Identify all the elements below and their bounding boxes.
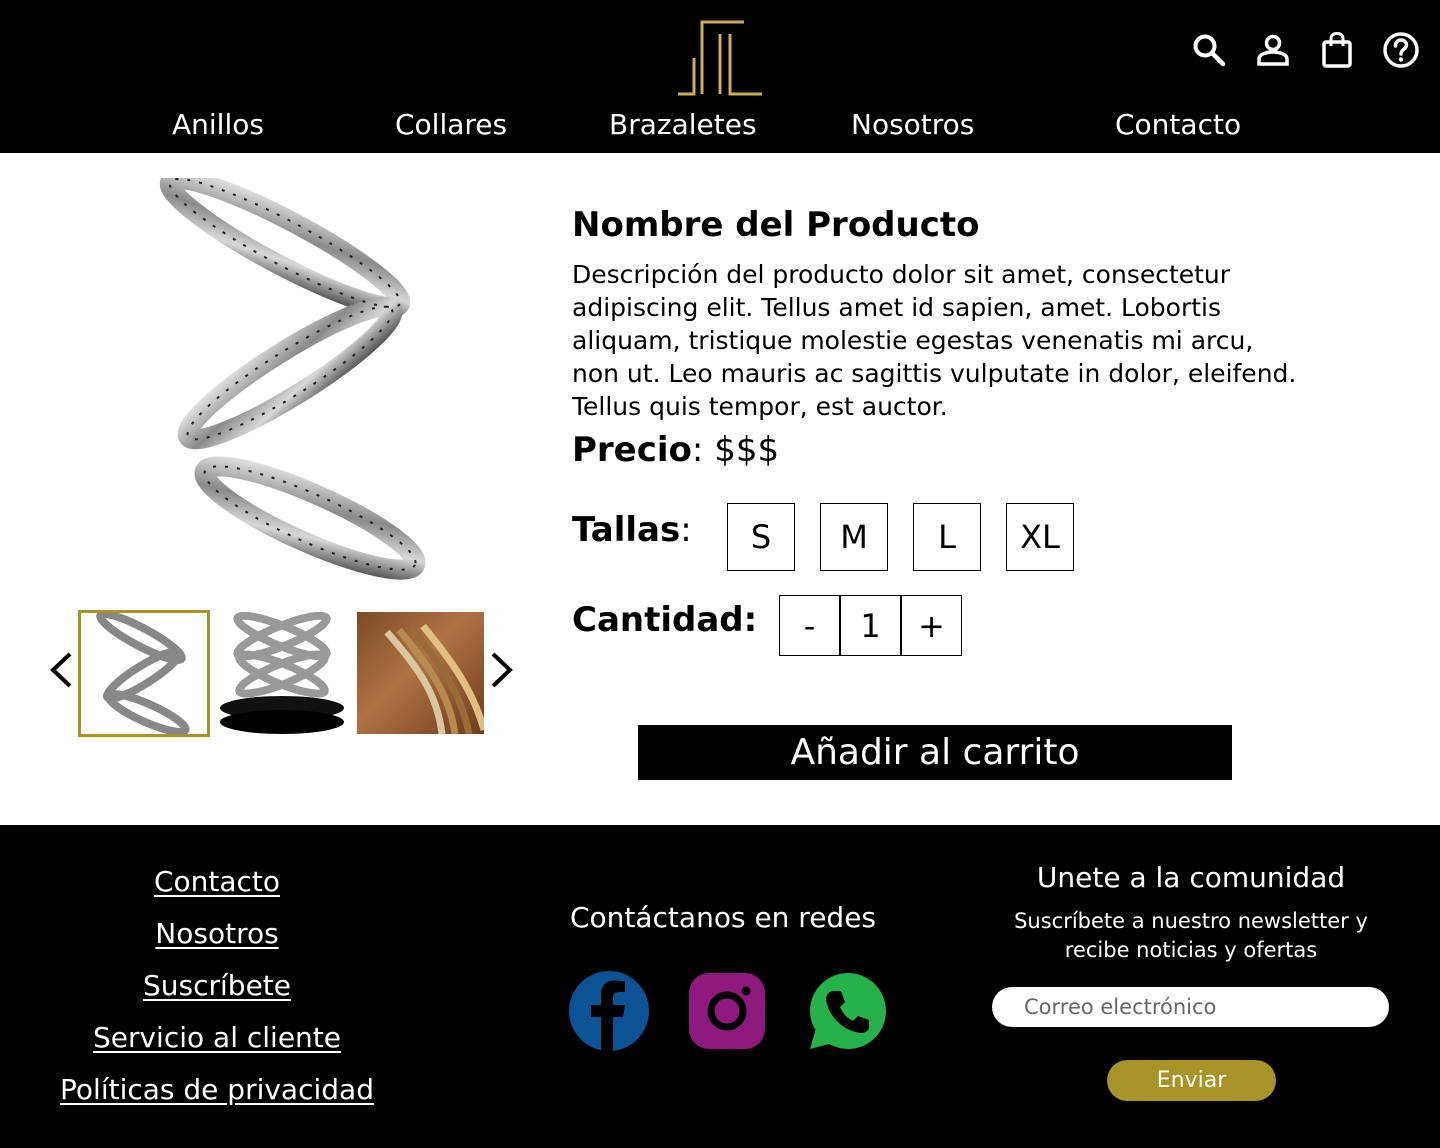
- footer-link-nosotros[interactable]: Nosotros: [155, 917, 278, 950]
- size-option-m[interactable]: M: [820, 503, 888, 571]
- search-icon[interactable]: [1190, 30, 1228, 70]
- size-option-l[interactable]: L: [913, 503, 981, 571]
- instagram-icon[interactable]: [687, 971, 767, 1051]
- site-header: Anillos Collares Brazaletes Nosotros Con…: [0, 0, 1440, 153]
- quantity-value[interactable]: 1: [840, 595, 901, 656]
- newsletter-submit-button[interactable]: Enviar: [1107, 1060, 1276, 1101]
- shopping-bag-icon[interactable]: [1318, 30, 1356, 70]
- nav-nosotros[interactable]: Nosotros: [851, 108, 974, 141]
- nav-anillos[interactable]: Anillos: [172, 108, 264, 141]
- quantity-decrease-button[interactable]: -: [779, 595, 840, 656]
- thumbnails-next-arrow[interactable]: [489, 651, 515, 689]
- add-to-cart-button[interactable]: Añadir al carrito: [638, 725, 1232, 780]
- newsletter-title: Unete a la comunidad: [1036, 861, 1346, 894]
- sizes-label-text: Tallas: [572, 510, 681, 550]
- thumbnails-prev-arrow[interactable]: [48, 651, 74, 689]
- size-option-xl[interactable]: XL: [1006, 503, 1074, 571]
- footer-link-servicio-cliente[interactable]: Servicio al cliente: [93, 1021, 341, 1054]
- thumbnail-1[interactable]: [78, 610, 210, 737]
- thumbnail-3[interactable]: [357, 612, 484, 734]
- user-icon[interactable]: [1254, 30, 1292, 70]
- size-option-s[interactable]: S: [727, 503, 795, 571]
- footer-link-politicas-privacidad[interactable]: Políticas de privacidad: [60, 1073, 374, 1106]
- price-label: Precio: [572, 430, 692, 470]
- footer-link-contacto[interactable]: Contacto: [154, 865, 280, 898]
- nav-brazaletes[interactable]: Brazaletes: [609, 108, 757, 141]
- social-title: Contáctanos en redes: [569, 901, 877, 934]
- sizes-separator: :: [680, 510, 692, 550]
- facebook-icon[interactable]: [569, 971, 649, 1051]
- product-description: Descripción del producto dolor sit amet,…: [572, 260, 1297, 421]
- site-footer: Contacto Nosotros Suscríbete Servicio al…: [0, 825, 1440, 1148]
- thumbnail-2[interactable]: [219, 612, 345, 734]
- newsletter-subtitle: Suscríbete a nuestro newsletter y recibe…: [1014, 909, 1368, 962]
- nav-collares[interactable]: Collares: [395, 108, 507, 141]
- email-field[interactable]: [992, 987, 1389, 1027]
- quantity-label: Cantidad:: [572, 600, 758, 640]
- header-icons: [1190, 30, 1420, 70]
- price-separator: :: [691, 430, 715, 470]
- help-icon[interactable]: [1382, 30, 1420, 70]
- product-main-image: [159, 178, 426, 580]
- quantity-increase-button[interactable]: +: [901, 595, 962, 656]
- brand-logo[interactable]: [674, 18, 766, 96]
- product-price: Precio: $$$: [572, 430, 779, 470]
- whatsapp-icon[interactable]: [808, 971, 888, 1051]
- footer-link-suscribete[interactable]: Suscríbete: [143, 969, 291, 1002]
- sizes-label: Tallas:: [572, 510, 692, 550]
- product-title: Nombre del Producto: [572, 205, 980, 245]
- nav-contacto[interactable]: Contacto: [1115, 108, 1241, 141]
- price-value: $$$: [714, 430, 780, 470]
